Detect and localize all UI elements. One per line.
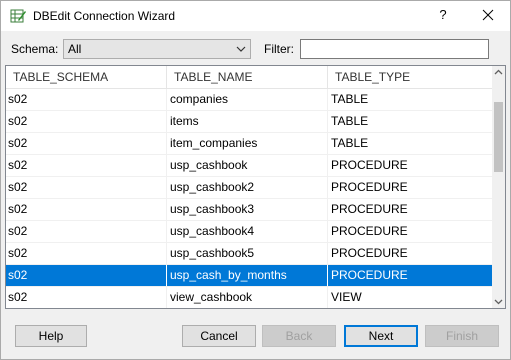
cell-schema: s02	[6, 199, 167, 220]
table-row[interactable]: s02 usp_cashbook4 PROCEDURE	[6, 221, 492, 243]
filter-label: Filter:	[264, 42, 294, 56]
cell-type: TABLE	[331, 114, 369, 128]
table-row[interactable]: s02 usp_cashbook5 PROCEDURE	[6, 243, 492, 265]
cell-schema: s02	[6, 265, 167, 286]
title-help-button[interactable]: ?	[437, 7, 449, 22]
cell-name: usp_cashbook5	[167, 243, 328, 264]
filter-input[interactable]	[300, 39, 489, 59]
cell-schema: s02	[6, 243, 167, 264]
wizard-window: DBEdit Connection Wizard ? Schema: All F…	[0, 0, 511, 360]
cell-name: companies	[167, 89, 328, 110]
cell-name: usp_cashbook4	[167, 221, 328, 242]
cell-name: item_companies	[167, 133, 328, 154]
scrollbar-thumb[interactable]	[494, 102, 503, 172]
help-button[interactable]: Help	[15, 325, 87, 347]
cell-name: usp_cashbook	[167, 155, 328, 176]
schema-label: Schema:	[11, 42, 59, 56]
window-title: DBEdit Connection Wizard	[33, 9, 176, 23]
schema-select-value: All	[68, 42, 82, 56]
tables-grid[interactable]: TABLE_SCHEMA TABLE_NAME TABLE_TYPE s02 c…	[5, 65, 506, 309]
cell-type: PROCEDURE	[331, 202, 408, 216]
cell-schema: s02	[6, 221, 167, 242]
cell-schema: s02	[6, 89, 167, 110]
cell-schema: s02	[6, 133, 167, 154]
next-button[interactable]: Next	[344, 325, 418, 347]
cell-type: PROCEDURE	[331, 180, 408, 194]
chevron-down-icon	[236, 46, 246, 52]
cell-schema: s02	[6, 177, 167, 198]
close-button[interactable]	[479, 5, 497, 25]
cell-schema: s02	[6, 287, 167, 308]
cell-name: view_cashbook	[167, 287, 328, 308]
scroll-up-icon[interactable]	[494, 69, 503, 75]
cell-type: TABLE	[331, 136, 369, 150]
column-header-table-name[interactable]: TABLE_NAME	[167, 66, 328, 88]
finish-button[interactable]: Finish	[425, 325, 499, 347]
vertical-scrollbar[interactable]	[492, 66, 505, 308]
cell-name: usp_cashbook2	[167, 177, 328, 198]
cancel-button[interactable]: Cancel	[182, 325, 256, 347]
cell-type: PROCEDURE	[331, 268, 408, 282]
cell-name: items	[167, 111, 328, 132]
app-icon	[10, 8, 26, 24]
table-row[interactable]: s02 item_companies TABLE	[6, 133, 492, 155]
column-header-table-schema[interactable]: TABLE_SCHEMA	[6, 66, 167, 88]
scroll-down-icon[interactable]	[494, 299, 503, 305]
table-row[interactable]: s02 items TABLE	[6, 111, 492, 133]
table-row[interactable]: s02 usp_cashbook2 PROCEDURE	[6, 177, 492, 199]
table-row[interactable]: s02 usp_cashbook3 PROCEDURE	[6, 199, 492, 221]
back-button[interactable]: Back	[262, 325, 336, 347]
table-row-selected[interactable]: s02 usp_cash_by_months PROCEDURE	[6, 265, 492, 287]
table-row[interactable]: s02 usp_cashbook PROCEDURE	[6, 155, 492, 177]
cell-schema: s02	[6, 155, 167, 176]
schema-select[interactable]: All	[63, 39, 251, 59]
title-bar[interactable]: DBEdit Connection Wizard ?	[1, 1, 510, 31]
cell-schema: s02	[6, 111, 167, 132]
cell-name: usp_cash_by_months	[167, 265, 328, 286]
cell-type: VIEW	[331, 290, 362, 304]
cell-type: PROCEDURE	[331, 224, 408, 238]
cell-name: usp_cashbook3	[167, 199, 328, 220]
table-row[interactable]: s02 view_cashbook VIEW	[6, 287, 492, 308]
grid-header: TABLE_SCHEMA TABLE_NAME TABLE_TYPE	[6, 66, 492, 89]
cell-type: TABLE	[331, 92, 369, 106]
cell-type: PROCEDURE	[331, 158, 408, 172]
table-row[interactable]: s02 companies TABLE	[6, 89, 492, 111]
close-icon	[482, 9, 494, 21]
column-header-table-type[interactable]: TABLE_TYPE	[328, 66, 492, 88]
cell-type: PROCEDURE	[331, 246, 408, 260]
